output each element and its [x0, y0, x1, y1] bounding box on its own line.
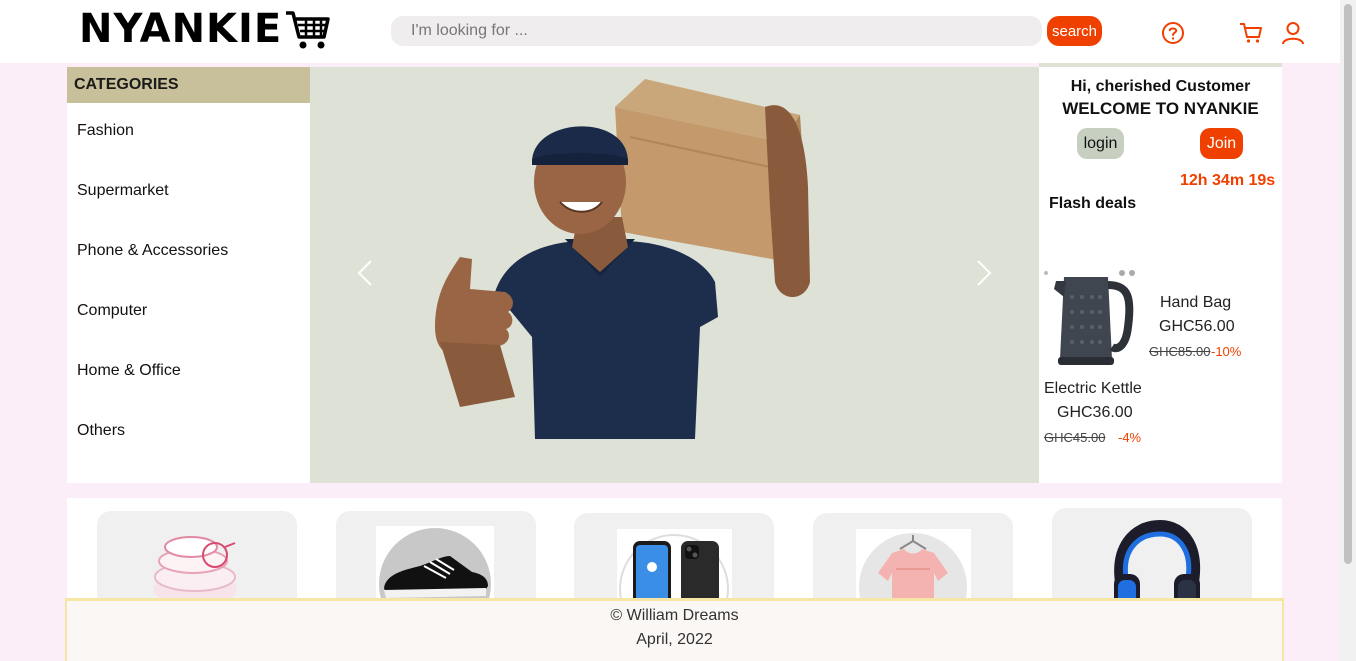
- deal-handbag-name[interactable]: Hand Bag: [1160, 294, 1231, 312]
- footer-date: April, 2022: [636, 631, 713, 648]
- site-logo[interactable]: NYANKIE: [79, 6, 330, 52]
- electric-kettle-image[interactable]: [1042, 267, 1140, 371]
- category-supermarket[interactable]: Supermarket: [77, 182, 169, 200]
- deal-kettle-name[interactable]: Electric Kettle: [1044, 380, 1142, 398]
- deal-handbag-price: GHC56.00: [1159, 318, 1235, 335]
- hero-carousel[interactable]: [310, 67, 1039, 483]
- category-others[interactable]: Others: [77, 422, 125, 440]
- deal-kettle-discount: -4%: [1118, 430, 1142, 445]
- smartphones-image: [617, 529, 732, 609]
- flash-deals-title: Flash deals: [1049, 195, 1137, 212]
- category-home-office[interactable]: Home & Office: [77, 362, 181, 380]
- chevron-left-icon[interactable]: [353, 257, 377, 289]
- footer-copyright: © William Dreams: [610, 607, 739, 624]
- site-header: NYANKIE search: [0, 0, 1340, 63]
- scroll-thumb[interactable]: [1344, 4, 1352, 564]
- pink-blouse-image: [856, 529, 971, 609]
- logo-cart-icon: [286, 11, 330, 49]
- deal-kettle-price: GHC36.00: [1057, 404, 1133, 421]
- search-input[interactable]: [391, 16, 1042, 46]
- chevron-right-icon[interactable]: [972, 257, 996, 289]
- help-circle-icon[interactable]: [1160, 20, 1186, 46]
- deal-handbag-old-price: GHC85.00: [1149, 344, 1211, 359]
- category-computer[interactable]: Computer: [77, 302, 147, 320]
- page-scrollbar[interactable]: [1340, 0, 1356, 661]
- search-button[interactable]: search: [1047, 16, 1102, 46]
- user-icon[interactable]: [1280, 20, 1306, 46]
- deal-kettle-old-price: GHC45.00: [1044, 430, 1106, 445]
- welcome-heading: WELCOME TO NYANKIE: [1062, 99, 1259, 118]
- food-containers-image: [153, 536, 237, 605]
- welcome-panel: Hi, cherished Customer WELCOME TO NYANKI…: [1039, 63, 1282, 483]
- categories-title: CATEGORIES: [67, 67, 310, 103]
- site-footer: © William Dreams April, 2022: [65, 598, 1284, 661]
- delivery-man-image: [435, 79, 810, 439]
- category-phone-accessories[interactable]: Phone & Accessories: [77, 242, 228, 260]
- flash-deal-timer: 12h 34m 19s: [1180, 172, 1276, 189]
- login-button[interactable]: login: [1077, 128, 1124, 159]
- categories-panel: CATEGORIES Fashion Supermarket Phone & A…: [67, 67, 310, 483]
- category-fashion[interactable]: Fashion: [77, 122, 134, 140]
- join-button[interactable]: Join: [1200, 128, 1243, 159]
- greeting-text: Hi, cherished Customer: [1070, 78, 1251, 95]
- logo-text: NYANKIE: [79, 6, 283, 52]
- sneakers-image: [376, 526, 494, 606]
- cart-icon[interactable]: [1238, 20, 1264, 46]
- deal-handbag-discount: -10%: [1211, 344, 1242, 359]
